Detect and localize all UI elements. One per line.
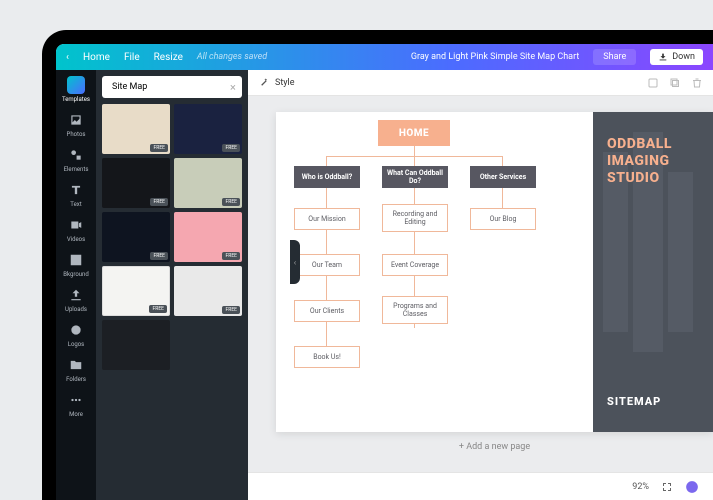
panel-collapse-handle[interactable]: ‹ [290,240,300,284]
fullscreen-icon[interactable] [661,481,673,493]
brand-footer: SITEMAP [607,395,699,408]
chart-leaf[interactable]: Our Clients [294,300,360,322]
style-button[interactable]: Style [275,78,295,88]
notes-icon[interactable] [647,77,659,89]
chart-leaf[interactable]: Programs and Classes [382,296,448,324]
template-thumb[interactable]: FREE [174,266,242,316]
template-thumb[interactable]: FREE [174,158,242,208]
chart-branch[interactable]: Who is Oddball? [294,166,360,188]
nav-resize[interactable]: Resize [154,52,183,63]
rail-elements[interactable]: Elements [64,146,89,173]
templates-panel: × FREE FREE FREE FREE FREE FREE FREE FRE… [96,70,248,500]
elements-icon [67,146,85,164]
chart-leaf[interactable]: Our Team [294,254,360,276]
nav-home[interactable]: Home [83,52,110,63]
more-icon [67,391,85,409]
rail-photos[interactable]: Photos [67,111,86,138]
chart-leaf[interactable]: Event Coverage [382,254,448,276]
free-badge: FREE [149,305,167,313]
rail-videos[interactable]: Videos [67,216,85,243]
template-thumb[interactable]: FREE [174,104,242,154]
free-badge: FREE [150,252,168,260]
rail-background[interactable]: Bkground [63,251,89,278]
search-input[interactable] [112,82,226,92]
rail-folders[interactable]: Folders [66,356,86,383]
sitemap-chart: HOME Who is Oddball? What Can Oddball Do… [276,112,593,432]
download-label: Down [672,52,695,62]
main-body: Templates Photos Elements Text Videos Bk… [56,70,713,500]
rail-text[interactable]: Text [67,181,85,208]
download-button[interactable]: Down [650,49,703,65]
rail-logos-label: Logos [68,341,85,348]
rail-uploads[interactable]: Uploads [65,286,87,313]
chart-leaf[interactable]: Book Us! [294,346,360,368]
clear-search-icon[interactable]: × [230,81,236,94]
uploads-icon [67,286,85,304]
photos-icon [67,111,85,129]
template-thumb[interactable] [102,320,170,370]
free-badge: FREE [222,198,240,206]
rail-videos-label: Videos [67,236,85,243]
template-grid: FREE FREE FREE FREE FREE FREE FREE FREE [102,104,242,494]
trash-icon[interactable] [691,77,703,89]
design-page[interactable]: HOME Who is Oddball? What Can Oddball Do… [276,112,713,432]
background-icon [67,251,85,269]
chart-branch[interactable]: Other Services [470,166,536,188]
brand-panel: ODDBALL IMAGING STUDIO SITEMAP [593,112,713,432]
style-toolbar: Style [248,70,713,96]
back-icon[interactable]: ‹ [66,52,69,63]
template-thumb[interactable]: FREE [102,104,170,154]
rail-photos-label: Photos [67,131,86,138]
free-badge: FREE [150,198,168,206]
rail-background-label: Bkground [63,271,89,278]
logos-icon [67,321,85,339]
document-name: Gray and Light Pink Simple Site Map Char… [411,52,579,62]
videos-icon [67,216,85,234]
rail-logos[interactable]: Logos [67,321,85,348]
share-button[interactable]: Share [593,49,636,65]
chart-leaf[interactable]: Our Blog [470,208,536,230]
add-page-button[interactable]: + Add a new page [276,442,713,452]
template-thumb[interactable]: FREE [102,212,170,262]
rail-folders-label: Folders [66,376,86,383]
search-bar: × [102,76,242,98]
wand-icon [258,77,269,88]
template-thumb[interactable]: FREE [102,158,170,208]
left-rail: Templates Photos Elements Text Videos Bk… [56,70,96,500]
free-badge: FREE [222,306,240,314]
bottom-bar: 92% [248,472,713,500]
chart-branch[interactable]: What Can Oddball Do? [382,166,448,188]
free-badge: FREE [222,252,240,260]
free-badge: FREE [150,144,168,152]
text-icon [67,181,85,199]
canvas-viewport[interactable]: HOME Who is Oddball? What Can Oddball Do… [248,96,713,500]
laptop-frame: ‹ Home File Resize All changes saved Gra… [42,30,713,500]
canvas-area: Style HOME Who is Oddball? What Can Oddb… [248,70,713,500]
chart-leaf[interactable]: Recording and Editing [382,204,448,232]
template-thumb[interactable]: FREE [102,266,170,316]
canva-logo-icon [67,76,85,94]
free-badge: FREE [222,144,240,152]
rail-text-label: Text [70,201,81,208]
help-icon[interactable] [685,480,699,494]
brand-title: ODDBALL IMAGING STUDIO [607,136,699,186]
rail-more-label: More [69,411,83,418]
zoom-level[interactable]: 92% [632,482,649,492]
rail-templates-label: Templates [62,96,90,103]
rail-more[interactable]: More [67,391,85,418]
chart-root[interactable]: HOME [378,120,450,146]
duplicate-icon[interactable] [669,77,681,89]
nav-file[interactable]: File [124,52,140,63]
save-status: All changes saved [197,52,267,62]
app-screen: ‹ Home File Resize All changes saved Gra… [56,44,713,500]
download-icon [658,52,668,62]
chart-leaf[interactable]: Our Mission [294,208,360,230]
rail-uploads-label: Uploads [65,306,87,313]
template-thumb[interactable]: FREE [174,212,242,262]
top-bar: ‹ Home File Resize All changes saved Gra… [56,44,713,70]
rail-elements-label: Elements [64,166,89,173]
folders-icon [67,356,85,374]
rail-templates[interactable]: Templates [62,76,90,103]
